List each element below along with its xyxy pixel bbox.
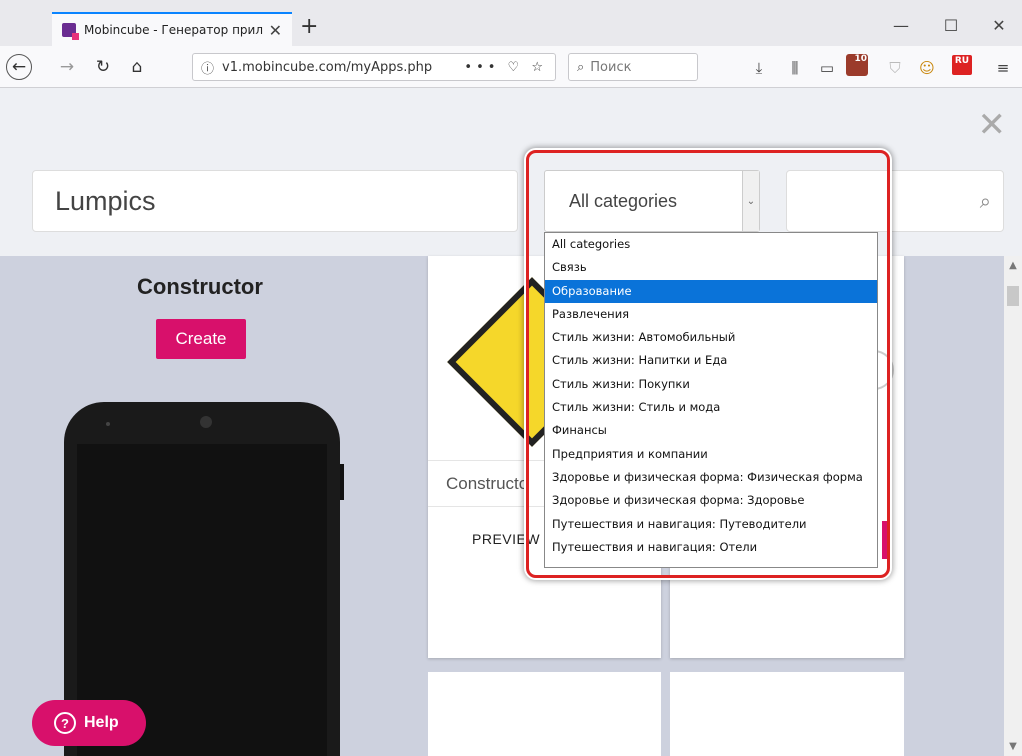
dropdown-option[interactable]: Стиль жизни: Автомобильный xyxy=(545,326,877,349)
forward-icon[interactable]: → xyxy=(54,54,80,80)
home-icon[interactable]: ⌂ xyxy=(124,54,150,80)
dropdown-option[interactable]: Здоровье и физическая форма: Физическая … xyxy=(545,466,877,489)
dropdown-option[interactable]: Развлечения xyxy=(545,303,877,326)
scrollbar[interactable]: ▲ ▼ xyxy=(1004,256,1022,756)
dropdown-option[interactable]: Связь xyxy=(545,256,877,279)
maximize-icon[interactable]: ☐ xyxy=(936,16,966,35)
search-field[interactable]: ⌕ xyxy=(786,170,1004,232)
category-select[interactable]: All categories ⌄ xyxy=(544,170,760,232)
reload-icon[interactable]: ↻ xyxy=(90,54,116,80)
window-close-icon[interactable]: ✕ xyxy=(984,16,1014,35)
download-icon[interactable]: ⤓ xyxy=(748,59,770,77)
phone-sensor xyxy=(106,422,110,426)
dropdown-option[interactable]: Предприятия и компании xyxy=(545,443,877,466)
phone-camera xyxy=(200,416,212,428)
page-actions-icon[interactable]: ••• ♡ ☆ xyxy=(464,60,547,75)
dropdown-option[interactable]: Стиль жизни: Напитки и Еда xyxy=(545,349,877,372)
dropdown-option[interactable]: Путешествия и навигация: Путеводители xyxy=(545,513,877,536)
search-placeholder: Поиск xyxy=(590,59,632,75)
shield-icon[interactable]: ⛉ xyxy=(884,59,906,77)
app-card[interactable] xyxy=(428,672,661,756)
dropdown-option[interactable]: Стиль жизни: Стиль и мода xyxy=(545,396,877,419)
url-text: v1.mobincube.com/myApps.php xyxy=(222,59,433,75)
url-bar[interactable]: ⓘ v1.mobincube.com/myApps.php ••• ♡ ☆ xyxy=(192,53,556,81)
browser-search-input[interactable]: ⌕ Поиск xyxy=(568,53,698,81)
category-dropdown-list[interactable]: All categories Связь Образование Развлечени… xyxy=(544,232,878,568)
scroll-up-icon[interactable]: ▲ xyxy=(1004,260,1022,271)
dropdown-option[interactable]: Стиль жизни: Покупки xyxy=(545,373,877,396)
monkey-icon[interactable]: ☺ xyxy=(916,59,938,77)
dropdown-option[interactable]: Здоровье и физическая форма: Здоровье xyxy=(545,489,877,512)
browser-nav-bar: ← → ↻ ⌂ ⓘ v1.mobincube.com/myApps.php ••… xyxy=(0,46,1022,88)
phone-side-button xyxy=(340,464,344,500)
site-info-icon[interactable]: ⓘ xyxy=(201,58,214,77)
extension-badge-icon[interactable]: 10 xyxy=(846,54,868,76)
library-icon[interactable]: ⫼ xyxy=(784,59,806,77)
help-icon: ? xyxy=(54,712,76,734)
app-name-input[interactable]: Lumpics xyxy=(32,170,518,232)
locale-badge-icon[interactable]: RU xyxy=(952,55,972,75)
help-button[interactable]: ? Help xyxy=(32,700,146,746)
tab-title: Mobincube - Генератор прилож xyxy=(84,23,263,37)
app-card[interactable] xyxy=(670,672,904,756)
dropdown-option[interactable]: All categories xyxy=(545,233,877,256)
menu-icon[interactable]: ≡ xyxy=(992,59,1014,77)
chevron-down-icon[interactable]: ⌄ xyxy=(742,171,759,231)
create-button[interactable]: Create xyxy=(156,319,246,359)
new-tab-icon[interactable]: + xyxy=(300,16,318,38)
search-icon: ⌕ xyxy=(577,59,585,75)
mobincube-favicon-icon xyxy=(62,23,79,40)
back-icon[interactable]: ← xyxy=(6,54,32,80)
search-icon[interactable]: ⌕ xyxy=(980,189,991,213)
dropdown-option[interactable]: Путешествия и навигация: Отели xyxy=(545,536,877,559)
minimize-icon[interactable]: — xyxy=(886,16,916,35)
browser-tab-bar: Mobincube - Генератор прилож ✕ + — ☐ ✕ xyxy=(0,0,1022,46)
scroll-down-icon[interactable]: ▼ xyxy=(1004,741,1022,752)
constructor-title: Constructor xyxy=(137,274,263,299)
dropdown-option[interactable]: Образование xyxy=(545,279,877,303)
card-action-button[interactable] xyxy=(882,521,890,559)
browser-tab[interactable]: Mobincube - Генератор прилож ✕ xyxy=(52,12,292,46)
scrollbar-thumb[interactable] xyxy=(1007,286,1019,306)
category-select-value: All categories xyxy=(569,190,678,211)
sidebar-icon[interactable]: ▭ xyxy=(816,59,838,77)
help-label: Help xyxy=(84,714,119,731)
tab-close-icon[interactable]: ✕ xyxy=(269,21,282,40)
close-icon[interactable]: ✕ xyxy=(978,108,1007,142)
dropdown-option[interactable]: Финансы xyxy=(545,419,877,442)
constructor-panel: Constructor Create xyxy=(0,256,400,756)
